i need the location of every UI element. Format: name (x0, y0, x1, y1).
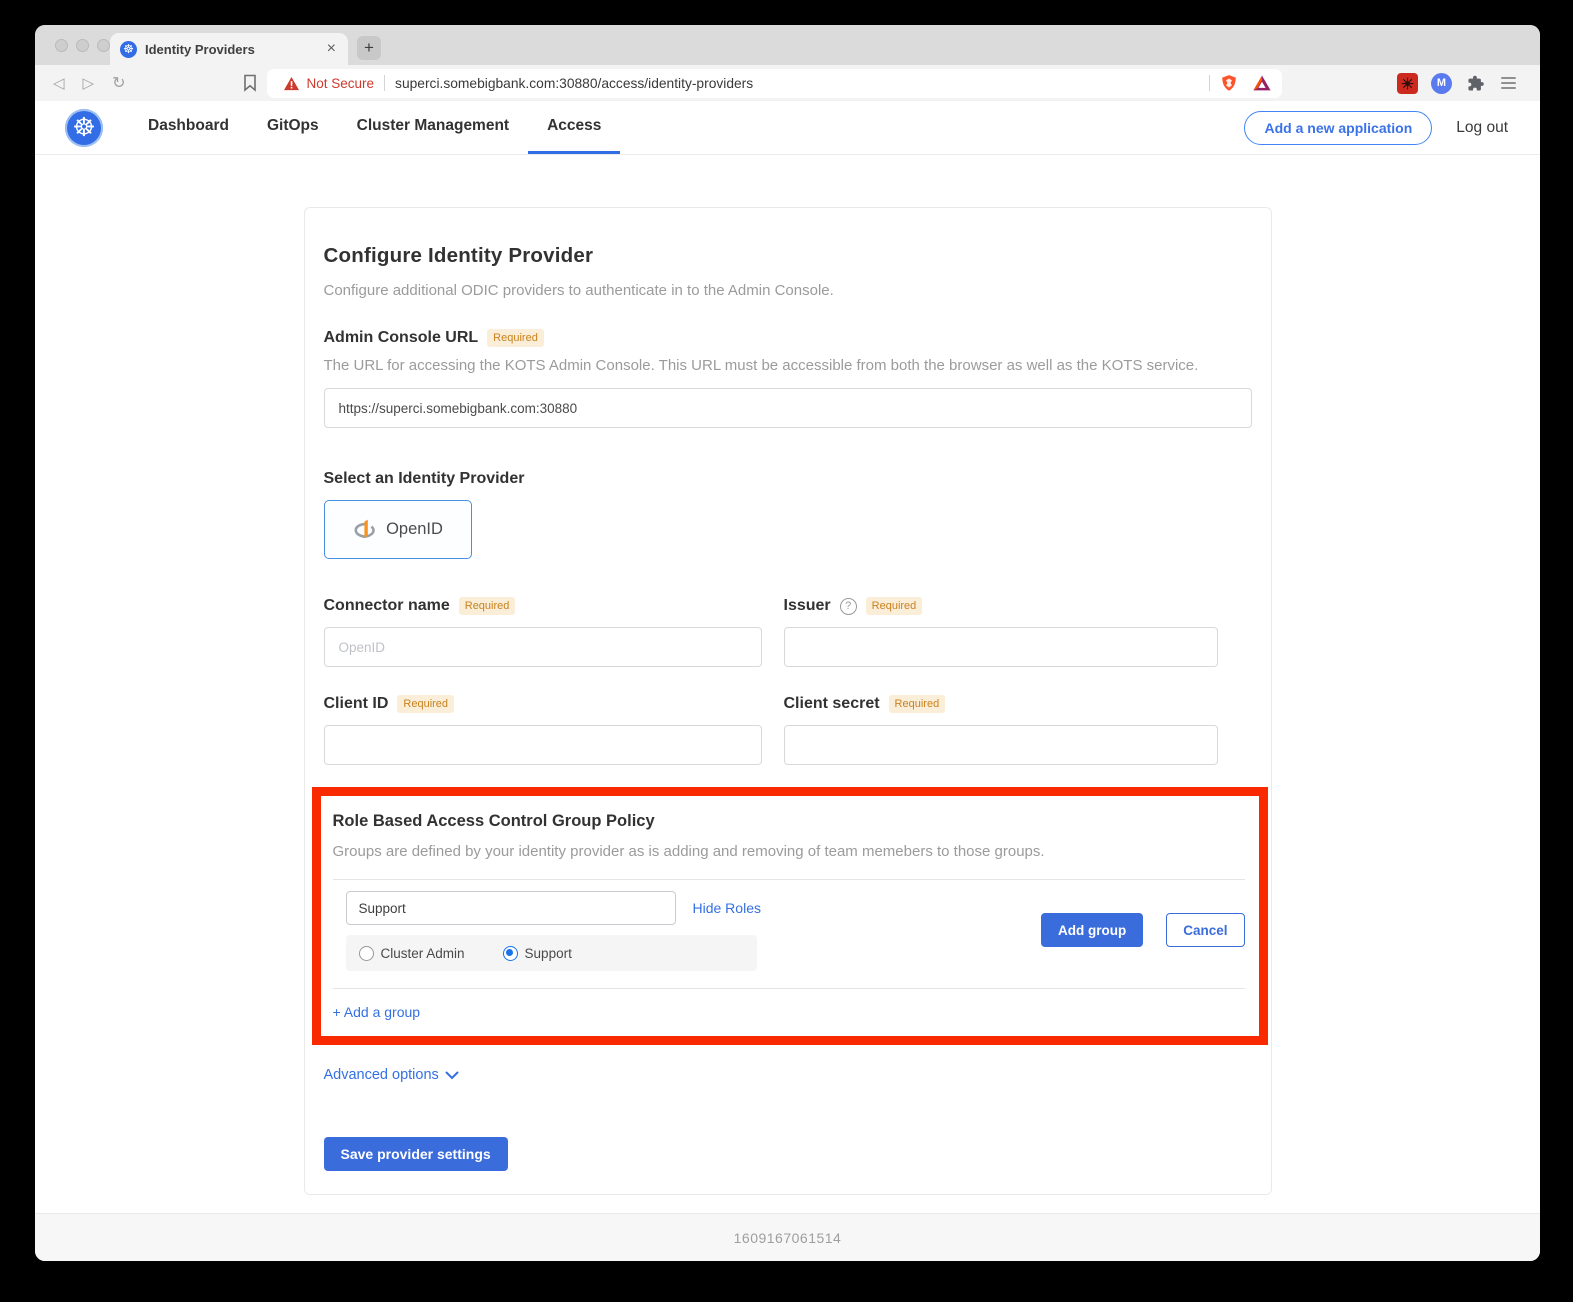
client-id-label: Client ID (324, 695, 389, 713)
issuer-label: Issuer (784, 597, 831, 615)
extensions-puzzle-icon[interactable] (1465, 74, 1484, 93)
nav-item-cluster-management[interactable]: Cluster Management (338, 101, 528, 154)
add-a-group-link[interactable]: + Add a group (333, 1004, 421, 1020)
back-icon[interactable]: ◁ (53, 74, 65, 92)
browser-tab[interactable]: ☸ Identity Providers × (110, 33, 348, 65)
rbac-title: Role Based Access Control Group Policy (333, 812, 1245, 831)
browser-toolbar: ◁ ▷ ↻ Not Secure superci.somebigbank.com… (35, 65, 1540, 101)
radio-icon[interactable] (359, 946, 374, 961)
divider (333, 988, 1245, 989)
extension-red-icon[interactable] (1397, 73, 1418, 94)
close-window-icon[interactable] (55, 39, 68, 52)
divider (333, 879, 1245, 880)
radio-icon[interactable] (503, 946, 518, 961)
admin-console-url-label: Admin Console URL (324, 329, 479, 347)
app-header: ☸ Dashboard GitOps Cluster Management Ac… (35, 101, 1540, 155)
group-name-input[interactable] (346, 891, 676, 925)
forward-icon[interactable]: ▷ (83, 74, 95, 92)
brave-shield-icon[interactable] (1220, 73, 1238, 93)
required-badge: Required (397, 695, 454, 713)
app-nav: Dashboard GitOps Cluster Management Acce… (129, 101, 620, 154)
page-title: Configure Identity Provider (324, 244, 1252, 268)
footer-timestamp: 1609167061514 (734, 1230, 842, 1246)
cancel-button[interactable]: Cancel (1166, 913, 1244, 947)
nav-item-access[interactable]: Access (528, 101, 620, 154)
nav-item-dashboard[interactable]: Dashboard (129, 101, 248, 154)
roles-panel: Cluster Admin Support (346, 935, 757, 971)
zoom-window-icon[interactable] (97, 39, 110, 52)
logout-link[interactable]: Log out (1456, 119, 1508, 137)
issuer-help-icon[interactable]: ? (840, 598, 857, 615)
required-badge: Required (889, 695, 946, 713)
browser-titlebar: ☸ Identity Providers × + (35, 25, 1540, 65)
role-option-support[interactable]: Support (503, 946, 572, 961)
traffic-lights (55, 39, 110, 52)
admin-console-url-help: The URL for accessing the KOTS Admin Con… (324, 357, 1252, 374)
issuer-input[interactable] (784, 627, 1218, 667)
required-badge: Required (866, 597, 923, 615)
bat-rewards-icon[interactable] (1252, 74, 1272, 92)
client-id-input[interactable] (324, 725, 762, 765)
app-footer: 1609167061514 (35, 1213, 1540, 1261)
minimize-window-icon[interactable] (76, 39, 89, 52)
rbac-subtitle: Groups are defined by your identity prov… (333, 843, 1245, 860)
advanced-options-row[interactable]: Advanced options (324, 1067, 1252, 1083)
role-option-cluster-admin[interactable]: Cluster Admin (359, 946, 465, 961)
advanced-options-link[interactable]: Advanced options (324, 1067, 439, 1083)
not-secure-warning-icon (283, 76, 300, 91)
tab-title: Identity Providers (145, 42, 325, 57)
client-secret-label: Client secret (784, 695, 880, 713)
new-tab-button[interactable]: + (357, 36, 381, 60)
kubernetes-favicon-icon: ☸ (120, 41, 137, 58)
openid-logo-icon (352, 517, 378, 542)
select-provider-label: Select an Identity Provider (324, 470, 525, 488)
connector-name-input[interactable] (324, 627, 762, 667)
page-body: Configure Identity Provider Configure ad… (35, 155, 1540, 1213)
url-text[interactable]: superci.somebigbank.com:30880/access/ide… (395, 76, 1198, 91)
identity-provider-card: Configure Identity Provider Configure ad… (304, 207, 1272, 1195)
role-label: Cluster Admin (381, 946, 465, 961)
role-label: Support (525, 946, 572, 961)
add-group-button[interactable]: Add group (1041, 913, 1143, 947)
admin-console-url-input[interactable] (324, 388, 1252, 428)
openid-provider-card[interactable]: OpenID (324, 500, 472, 559)
reload-icon[interactable]: ↻ (112, 73, 125, 93)
hide-roles-link[interactable]: Hide Roles (693, 900, 761, 916)
client-secret-input[interactable] (784, 725, 1218, 765)
browser-menu-icon[interactable] (1501, 77, 1516, 89)
address-separator (384, 75, 385, 91)
profile-avatar[interactable]: M (1431, 73, 1452, 94)
rbac-annotation-box: Role Based Access Control Group Policy G… (312, 787, 1268, 1045)
kubernetes-logo-icon[interactable]: ☸ (65, 109, 103, 147)
browser-window: ☸ Identity Providers × + ◁ ▷ ↻ Not Secur… (35, 25, 1540, 1261)
required-badge: Required (459, 597, 516, 615)
page-subtitle: Configure additional ODIC providers to a… (324, 282, 1252, 299)
group-editor-row: Hide Roles Cluster Admin Support (333, 891, 1245, 971)
address-bar[interactable]: Not Secure superci.somebigbank.com:30880… (267, 69, 1282, 98)
add-new-application-button[interactable]: Add a new application (1244, 111, 1432, 145)
openid-provider-name: OpenID (386, 520, 443, 539)
tab-close-icon[interactable]: × (325, 40, 338, 58)
address-separator (1209, 75, 1210, 91)
bookmark-icon[interactable] (242, 74, 258, 92)
connector-name-label: Connector name (324, 597, 450, 615)
required-badge: Required (487, 329, 544, 347)
screenshot-stage: ☸ Identity Providers × + ◁ ▷ ↻ Not Secur… (0, 0, 1573, 1302)
nav-item-gitops[interactable]: GitOps (248, 101, 338, 154)
chevron-down-icon (445, 1071, 459, 1080)
not-secure-label: Not Secure (307, 76, 375, 91)
save-provider-settings-button[interactable]: Save provider settings (324, 1137, 508, 1171)
